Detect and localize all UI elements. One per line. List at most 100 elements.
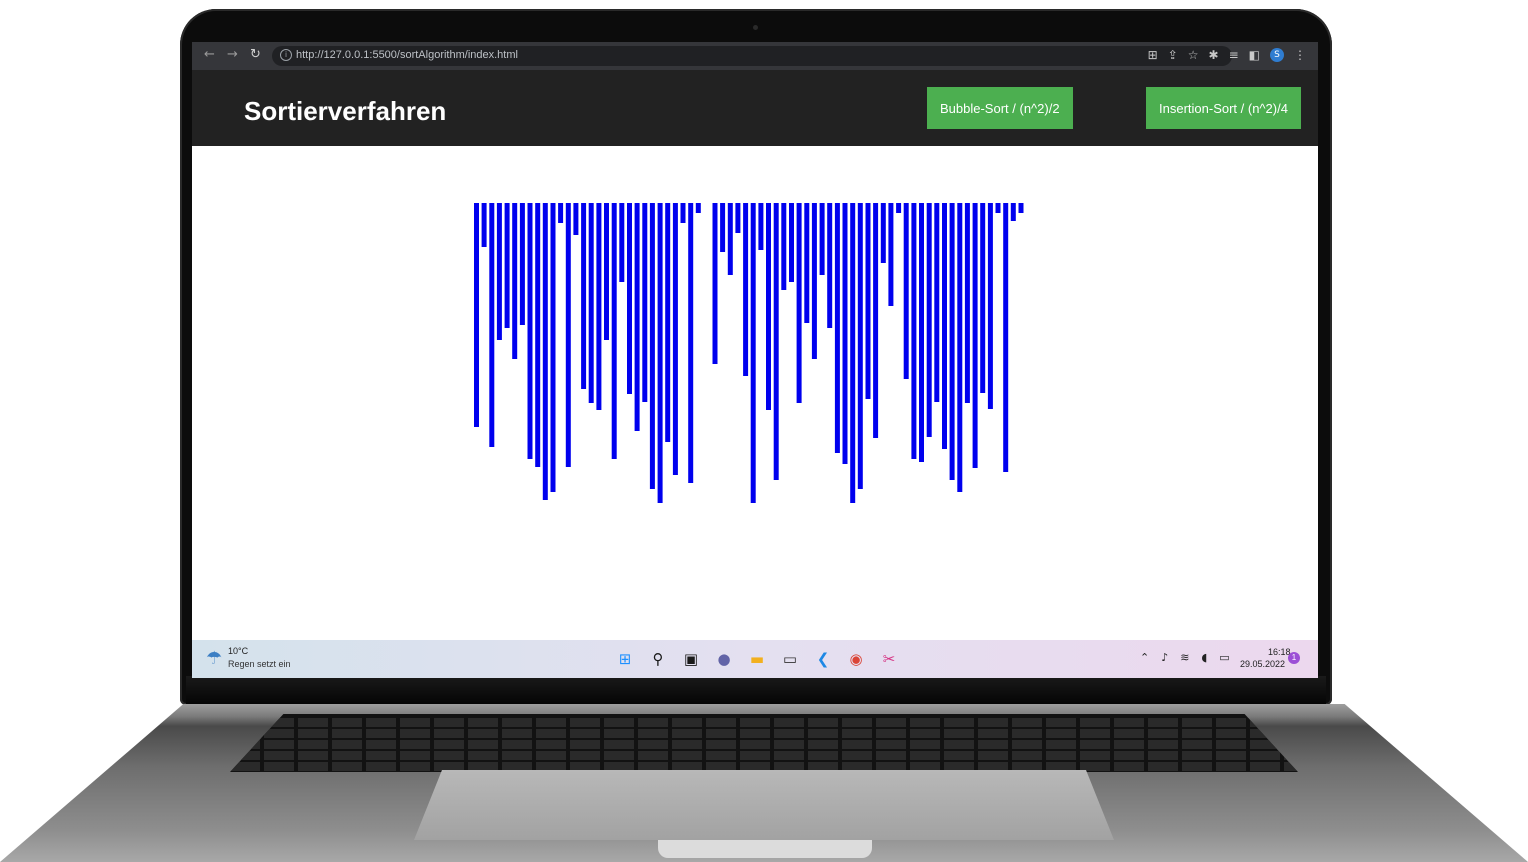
key-row — [230, 729, 1298, 738]
sort-bar — [695, 203, 701, 213]
side-panel-icon[interactable]: ◧ — [1249, 48, 1260, 62]
sort-bar — [481, 203, 487, 247]
app-header: Sortierverfahren Bubble-Sort / (n^2)/2 I… — [192, 70, 1318, 146]
file-explorer-icon[interactable]: ▬ — [746, 648, 768, 670]
bubble-sort-button[interactable]: Bubble-Sort / (n^2)/2 — [927, 87, 1073, 129]
url-text[interactable]: http://127.0.0.1:5500/sortAlgorithm/inde… — [296, 49, 518, 61]
sort-bar — [766, 203, 771, 410]
laptop-notch — [658, 840, 872, 858]
sort-bar — [903, 203, 909, 379]
bookmark-star-icon[interactable]: ☆ — [1188, 48, 1199, 62]
share-icon[interactable]: ⇪ — [1168, 48, 1178, 62]
sort-bar — [657, 203, 663, 503]
sort-bar — [604, 203, 609, 340]
keyboard — [230, 714, 1298, 772]
reading-list-icon[interactable]: ≡ — [1229, 48, 1239, 62]
battery-icon[interactable]: ▭ — [1219, 651, 1229, 664]
clock-date[interactable]: 29.05.2022 — [1240, 659, 1285, 669]
key-row — [230, 740, 1298, 749]
weather-temperature[interactable]: 10°C — [228, 646, 248, 656]
profile-avatar-icon[interactable]: S — [1270, 48, 1284, 62]
sort-bar — [957, 203, 963, 492]
sort-bar — [773, 203, 779, 480]
sort-bar — [1003, 203, 1009, 472]
forward-arrow-icon[interactable]: → — [227, 47, 238, 62]
sort-bar — [789, 203, 794, 282]
clock-time[interactable]: 16:18 — [1268, 647, 1291, 657]
sort-bar — [512, 203, 518, 359]
key-row — [230, 762, 1298, 771]
sort-bar — [896, 203, 902, 213]
sort-bar — [634, 203, 640, 431]
address-bar[interactable]: i http://127.0.0.1:5500/sortAlgorithm/in… — [272, 46, 1232, 66]
sort-bar — [880, 203, 886, 263]
rain-umbrella-icon[interactable]: ☂ — [206, 648, 222, 669]
sort-bar — [727, 203, 733, 275]
camera-icon — [753, 25, 758, 30]
sort-bar — [665, 203, 671, 442]
sort-bar — [834, 203, 840, 453]
weather-description[interactable]: Regen setzt ein — [228, 659, 291, 669]
key-row — [230, 751, 1298, 760]
extension-icons: ⊞ ⇪ ☆ ✱ ≡ ◧ S ⋮ — [1148, 48, 1306, 62]
sort-bar — [581, 203, 587, 389]
sort-bar — [535, 203, 541, 467]
sort-bar — [811, 203, 817, 359]
sort-bar — [558, 203, 564, 223]
windows-start-icon[interactable]: ⊞ — [614, 648, 636, 670]
chrome-icon[interactable]: ◉ — [845, 648, 867, 670]
sort-bar — [819, 203, 825, 275]
sort-bar — [474, 203, 479, 427]
search-icon[interactable]: ⚲ — [647, 648, 669, 670]
terminal-icon[interactable]: ▭ — [779, 648, 801, 670]
speaker-icon[interactable]: ◖ — [1201, 651, 1207, 664]
task-view-icon[interactable]: ▣ — [680, 648, 702, 670]
sort-bar — [980, 203, 986, 393]
sort-bar — [1018, 203, 1024, 213]
sort-bar — [596, 203, 602, 410]
sort-bar — [781, 203, 787, 290]
sort-bar — [542, 203, 548, 500]
sort-bar — [750, 203, 756, 503]
sort-bar — [573, 203, 579, 235]
vscode-icon[interactable]: ❮ — [812, 648, 834, 670]
sort-bar — [588, 203, 594, 403]
sort-bar — [504, 203, 510, 328]
notification-badge[interactable]: 1 — [1288, 652, 1300, 664]
key-row — [230, 718, 1298, 727]
insertion-sort-button[interactable]: Insertion-Sort / (n^2)/4 — [1146, 87, 1301, 129]
translate-icon[interactable]: ⊞ — [1148, 48, 1158, 62]
sort-bar — [1010, 203, 1016, 221]
sort-bar — [926, 203, 932, 437]
sort-bar — [919, 203, 924, 462]
back-arrow-icon[interactable]: ← — [204, 47, 215, 62]
teams-chat-icon[interactable]: ● — [713, 648, 735, 670]
menu-kebab-icon[interactable]: ⋮ — [1294, 48, 1306, 62]
sort-bar — [911, 203, 917, 459]
trackpad — [414, 770, 1114, 840]
sort-bar — [995, 203, 1001, 213]
sort-bar — [680, 203, 686, 223]
screen: ← → ↻ i http://127.0.0.1:5500/sortAlgori… — [192, 42, 1318, 678]
sort-bar — [619, 203, 625, 282]
snipping-tool-icon[interactable]: ✂ — [878, 648, 900, 670]
site-info-icon[interactable]: i — [280, 49, 292, 61]
sort-bar — [987, 203, 993, 409]
sort-bar — [735, 203, 741, 233]
wifi-icon[interactable]: ≋ — [1180, 651, 1189, 664]
sort-bar — [688, 203, 694, 483]
sort-bar — [672, 203, 678, 475]
chevron-up-icon[interactable]: ⌃ — [1140, 651, 1149, 664]
sort-bar — [611, 203, 617, 459]
sort-bar — [758, 203, 764, 250]
system-tray: ⌃ ♪ ≋ ◖ ▭ — [1140, 651, 1230, 664]
sort-bar — [804, 203, 810, 323]
extensions-puzzle-icon[interactable]: ✱ — [1209, 48, 1219, 62]
sort-bar — [642, 203, 648, 402]
sort-bar — [949, 203, 955, 480]
reload-icon[interactable]: ↻ — [250, 47, 261, 62]
page-title: Sortierverfahren — [244, 96, 447, 126]
sort-bar — [743, 203, 749, 376]
microphone-icon[interactable]: ♪ — [1161, 651, 1168, 664]
sort-bar — [964, 203, 970, 403]
